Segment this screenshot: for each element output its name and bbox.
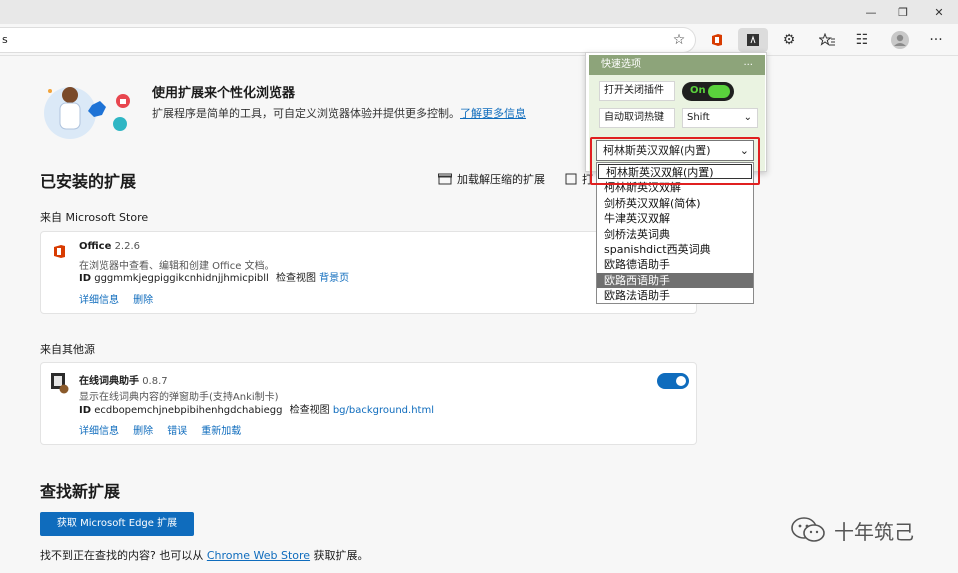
minimize-icon[interactable]: —: [854, 0, 888, 24]
dict-enable-toggle[interactable]: [657, 373, 689, 389]
dropdown-option[interactable]: 柯林斯英汉双解(内置): [598, 164, 752, 180]
dict-reload-link[interactable]: 重新加载: [201, 426, 241, 437]
close-icon[interactable]: ✕: [922, 0, 956, 24]
toggle-knob: [676, 376, 686, 386]
watermark: 十年筑己: [790, 515, 914, 545]
office-id-label: ID: [79, 273, 92, 284]
dict-version: 0.8.7: [142, 376, 168, 387]
dictionary-dropdown-list: 柯林斯英汉双解(内置) 柯林斯英汉双解 剑桥英汉双解(简体) 牛津英汉双解 剑桥…: [596, 162, 754, 304]
dropdown-option[interactable]: 剑桥英汉双解(简体): [597, 196, 753, 211]
plugin-toggle-switch[interactable]: On: [682, 82, 734, 101]
dict-chevron-down-icon: ⌄: [739, 144, 749, 157]
favorites-list-icon[interactable]: [815, 28, 839, 52]
collections-icon[interactable]: ☷: [850, 28, 874, 52]
dropdown-option[interactable]: 欧路德语助手: [597, 257, 753, 272]
office-background-link[interactable]: 背景页: [319, 273, 349, 284]
toggle-plugin-label: 打开关闭插件: [599, 81, 675, 101]
pack-extension-button[interactable]: 打: [565, 171, 593, 187]
dict-name: 在线词典助手: [79, 376, 139, 387]
hotkey-value: Shift: [687, 112, 710, 123]
dict-logo-icon: [51, 373, 69, 399]
section-from-other: 来自其他源: [40, 343, 95, 356]
toggle-knob-green: [708, 85, 730, 98]
box-icon: [438, 173, 452, 185]
office-inspect-label: 检查视图: [275, 273, 316, 284]
more-icon[interactable]: ···: [924, 28, 948, 52]
hotkey-label: 自动取词热键: [599, 108, 675, 128]
office-version: 2.2.6: [114, 241, 141, 252]
restore-icon[interactable]: ❐: [886, 0, 920, 24]
dict-inspect-label: 检查视图: [289, 405, 330, 416]
dict-errors-link[interactable]: 错误: [167, 426, 187, 437]
watermark-text: 十年筑己: [834, 519, 914, 544]
address-bar[interactable]: s: [0, 27, 696, 53]
pack-label: 打: [582, 173, 593, 186]
toolbar: s ☆ ⚙ ☷ ···: [0, 24, 958, 56]
dropdown-option[interactable]: spanishdict西英词典: [597, 242, 753, 257]
popup-header: 快速选项 ...: [589, 55, 765, 75]
office-actions: 详细信息 删除: [79, 288, 153, 307]
dict-background-link[interactable]: bg/background.html: [333, 405, 434, 416]
dict-actions: 详细信息 删除 错误 重新加载: [79, 419, 241, 438]
get-edge-extensions-button[interactable]: 获取 Microsoft Edge 扩展: [40, 512, 194, 536]
office-remove-link[interactable]: 删除: [133, 295, 153, 306]
find-footer-text: 找不到正在查找的内容? 也可以从 Chrome Web Store 获取扩展。: [40, 547, 369, 563]
dict-remove-link[interactable]: 删除: [133, 426, 153, 437]
package-icon: [565, 173, 577, 185]
dict-id-row: ID ecdbopemchjnebpibihenhgdchabiegg 检查视图…: [79, 401, 434, 416]
office-extension-icon[interactable]: [705, 28, 729, 52]
learn-more-link[interactable]: 了解更多信息: [460, 107, 526, 120]
hero-title: 使用扩展来个性化浏览器: [152, 86, 296, 101]
load-unpacked-button[interactable]: 加载解压缩的扩展: [438, 171, 545, 187]
dict-title: 在线词典助手 0.8.7: [79, 372, 168, 387]
installed-title: 已安装的扩展: [40, 172, 137, 191]
favorite-icon[interactable]: ☆: [667, 28, 691, 52]
dropdown-option-highlighted[interactable]: 欧路西语助手: [597, 272, 753, 289]
extensions-page: 使用扩展来个性化浏览器 扩展程序是简单的工具，可自定义浏览器体验并提供更多控制。…: [0, 57, 958, 573]
dropdown-option[interactable]: 欧路法语助手: [597, 288, 753, 303]
load-unpacked-label: 加载解压缩的扩展: [457, 173, 545, 186]
dict-details-link[interactable]: 详细信息: [79, 426, 119, 437]
chat-bubble-icon: [791, 517, 825, 542]
window-titlebar: — ❐ ✕: [0, 0, 958, 24]
popup-menu-icon[interactable]: ...: [743, 53, 753, 73]
dropdown-option[interactable]: 柯林斯英汉双解: [597, 180, 753, 195]
popup-title: 快速选项: [601, 59, 641, 70]
office-logo-icon: [53, 244, 67, 263]
dropdown-option[interactable]: 牛津英汉双解: [597, 211, 753, 226]
chevron-down-icon: ⌄: [743, 112, 752, 123]
dict-extension-card: 在线词典助手 0.8.7 显示在线词典内容的弹窗助手(支持Anki制卡) ID …: [40, 362, 697, 445]
dropdown-option[interactable]: 剑桥法英词典: [597, 227, 753, 242]
office-id-row: ID gggmmkjegpiggikcnhidnjjhmicpibll 检查视图…: [79, 269, 349, 284]
dict-id-label: ID: [79, 405, 92, 416]
extensions-icon[interactable]: ⚙: [777, 28, 801, 52]
toggle-state-label: On: [690, 85, 706, 96]
find-text-before: 找不到正在查找的内容? 也可以从: [40, 549, 204, 562]
find-title: 查找新扩展: [40, 482, 121, 501]
dictionary-selected: 柯林斯英汉双解(内置): [603, 144, 711, 157]
dict-extension-icon[interactable]: [738, 28, 768, 52]
profile-avatar[interactable]: [888, 28, 912, 52]
hero-illustration: [40, 79, 136, 141]
dict-id-value: ecdbopemchjnebpibihenhgdchabiegg: [94, 405, 283, 416]
url-text: s: [2, 33, 8, 46]
office-details-link[interactable]: 详细信息: [79, 295, 119, 306]
office-id-value: gggmmkjegpiggikcnhidnjjhmicpibll: [94, 273, 269, 284]
hero-description: 扩展程序是简单的工具，可自定义浏览器体验并提供更多控制。了解更多信息: [152, 105, 526, 121]
find-text-after: 获取扩展。: [313, 549, 369, 562]
office-title: Office 2.2.6: [79, 241, 140, 252]
office-name: Office: [79, 241, 112, 252]
hotkey-select[interactable]: Shift ⌄: [682, 108, 758, 128]
section-from-store: 来自 Microsoft Store: [40, 211, 149, 224]
chrome-store-link[interactable]: Chrome Web Store: [207, 549, 310, 562]
hero-desc-text: 扩展程序是简单的工具，可自定义浏览器体验并提供更多控制。: [152, 107, 460, 120]
dictionary-select[interactable]: 柯林斯英汉双解(内置) ⌄: [596, 140, 754, 161]
